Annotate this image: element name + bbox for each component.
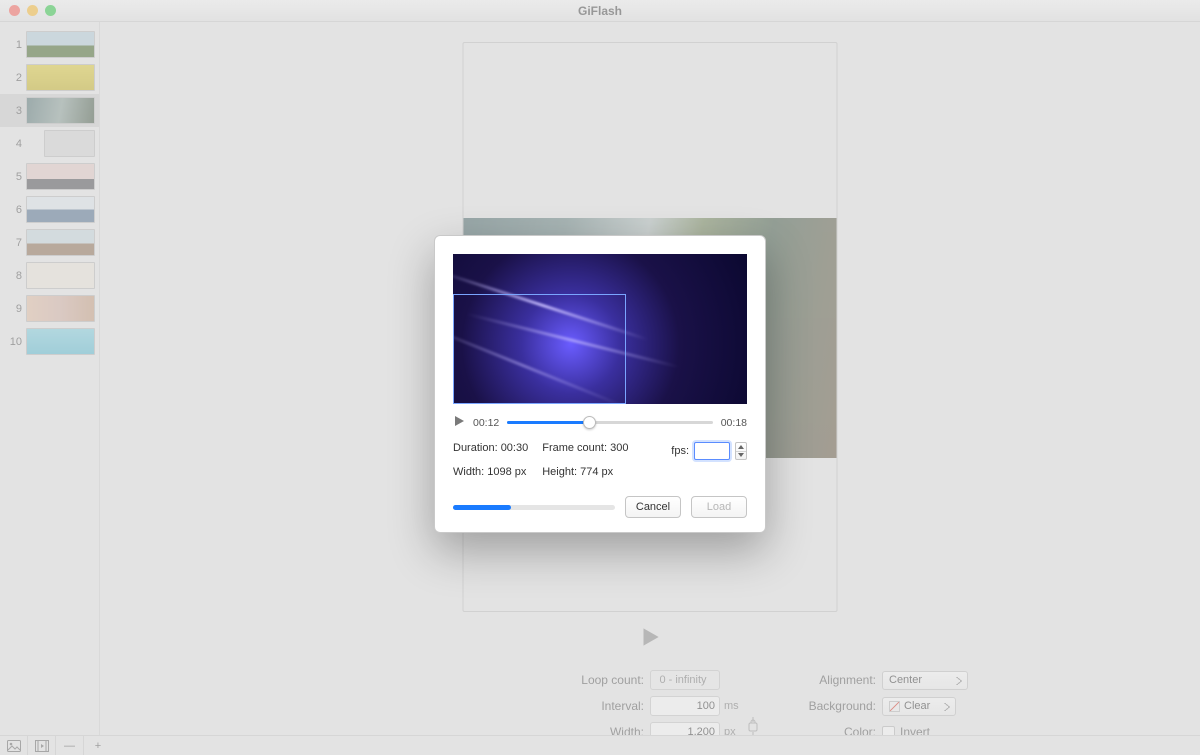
thumbnail-image: [26, 64, 95, 91]
load-progress: [453, 505, 615, 510]
video-load-dialog: 00:12 00:18 Duration: 00:30 Frame count:…: [434, 235, 766, 533]
thumbnail-item[interactable]: 5: [0, 160, 99, 193]
load-button[interactable]: Load: [691, 496, 747, 518]
thumbnail-image: [26, 262, 95, 289]
preview-play-button[interactable]: [453, 415, 465, 430]
thumbnail-item[interactable]: 4: [0, 127, 99, 160]
add-image-button[interactable]: [0, 736, 28, 755]
clear-swatch-icon: [889, 701, 900, 712]
background-value: Clear: [904, 700, 930, 712]
thumbnail-item[interactable]: 10: [0, 325, 99, 358]
fps-stepper[interactable]: [735, 442, 747, 460]
fps-input[interactable]: [694, 442, 730, 460]
video-preview: [453, 254, 747, 404]
dialog-footer: Cancel Load: [453, 496, 747, 518]
alignment-label: Alignment:: [752, 673, 882, 687]
thumbnail-number: 2: [4, 72, 22, 84]
alignment-select[interactable]: Center: [882, 671, 968, 690]
thumbnail-number: 7: [4, 237, 22, 249]
add-button[interactable]: +: [84, 736, 112, 755]
cancel-button[interactable]: Cancel: [625, 496, 681, 518]
time-current: 00:12: [473, 417, 499, 429]
thumbnail-number: 3: [4, 105, 22, 117]
thumbnail-item[interactable]: 8: [0, 259, 99, 292]
loop-count-label: Loop count:: [100, 673, 650, 687]
thumbnail-item[interactable]: 7: [0, 226, 99, 259]
thumbnail-item[interactable]: 6: [0, 193, 99, 226]
fps-label: fps:: [671, 445, 689, 457]
thumbnail-number: 8: [4, 270, 22, 282]
stepper-down-icon[interactable]: [736, 452, 746, 460]
thumbnail-number: 9: [4, 303, 22, 315]
video-width-label: Width: 1098 px: [453, 466, 528, 478]
duration-label: Duration: 00:30: [453, 442, 528, 460]
thumbnail-image: [26, 196, 95, 223]
framecount-label: Frame count: 300: [542, 442, 628, 460]
thumbnail-number: 10: [4, 336, 22, 348]
add-video-button[interactable]: [28, 736, 56, 755]
stepper-up-icon[interactable]: [736, 443, 746, 452]
interval-unit: ms: [720, 700, 752, 712]
play-button[interactable]: [637, 624, 663, 655]
thumbnail-image: [26, 163, 95, 190]
thumbnail-number: 4: [4, 138, 22, 150]
timeline-slider[interactable]: [507, 416, 712, 430]
background-select[interactable]: Clear: [882, 697, 956, 716]
thumbnail-image: [26, 31, 95, 58]
loop-count-input[interactable]: [650, 670, 720, 690]
alignment-value: Center: [889, 674, 922, 686]
thumbnail-item[interactable]: 2: [0, 61, 99, 94]
time-total: 00:18: [721, 417, 747, 429]
thumbnail-item[interactable]: 9: [0, 292, 99, 325]
video-metadata: Duration: 00:30 Frame count: 300 fps: Wi…: [453, 442, 747, 478]
video-height-label: Height: 774 px: [542, 466, 628, 478]
thumbnail-image: [44, 130, 95, 157]
thumbnail-image: [26, 229, 95, 256]
thumbnail-sidebar: 1 2 3 4 5 6 7 8: [0, 22, 100, 735]
thumbnail-image: [26, 97, 95, 124]
thumbnail-number: 6: [4, 204, 22, 216]
titlebar: GiFlash: [0, 0, 1200, 22]
thumbnail-image: [26, 295, 95, 322]
window-title: GiFlash: [0, 4, 1200, 18]
thumbnail-number: 1: [4, 39, 22, 51]
status-bar: — +: [0, 735, 1200, 755]
thumbnail-item[interactable]: 3: [0, 94, 99, 127]
thumbnail-number: 5: [4, 171, 22, 183]
thumbnail-image: [26, 328, 95, 355]
interval-input[interactable]: [650, 696, 720, 716]
interval-label: Interval:: [100, 699, 650, 713]
timeline: 00:12 00:18: [453, 415, 747, 430]
background-label: Background:: [752, 699, 882, 713]
thumbnail-item[interactable]: 1: [0, 28, 99, 61]
remove-button[interactable]: —: [56, 736, 84, 755]
